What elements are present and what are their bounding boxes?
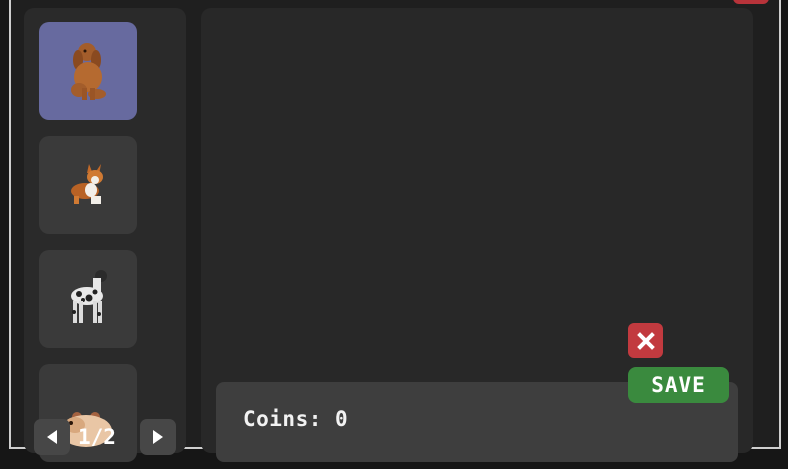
pet-card-great-dane[interactable] xyxy=(39,250,137,348)
triangle-right-icon xyxy=(153,430,163,444)
coins-label: Coins: 0 xyxy=(243,407,349,431)
pet-card-corgi[interactable] xyxy=(39,136,137,234)
window-close-button[interactable] xyxy=(733,0,769,4)
close-button[interactable] xyxy=(628,323,663,358)
prev-page-button[interactable] xyxy=(34,419,70,455)
great-dane-image xyxy=(71,270,107,323)
pet-card-cocker-spaniel[interactable] xyxy=(39,22,137,120)
pagination: 1/2 xyxy=(34,419,176,459)
save-button[interactable]: SAVE xyxy=(628,367,729,403)
page-indicator: 1/2 xyxy=(78,425,116,449)
corgi-image xyxy=(71,164,103,204)
triangle-left-icon xyxy=(47,430,57,444)
next-page-button[interactable] xyxy=(140,419,176,455)
close-icon xyxy=(636,331,655,350)
cocker-spaniel-image xyxy=(71,43,106,100)
